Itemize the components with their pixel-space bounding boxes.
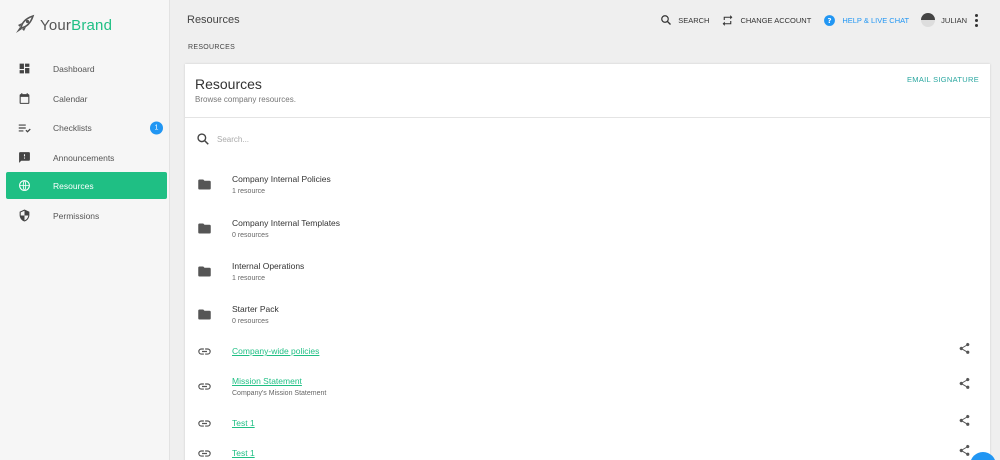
help-icon: ? bbox=[824, 14, 836, 26]
link-icon bbox=[196, 415, 212, 431]
folder-row[interactable]: Starter Pack 0 resources bbox=[185, 299, 990, 329]
folder-row[interactable]: Company Internal Policies 1 resource bbox=[185, 169, 990, 199]
folder-name: Internal Operations bbox=[232, 260, 305, 271]
folder-count: 0 resources bbox=[232, 231, 269, 239]
folder-name: Company Internal Policies bbox=[232, 173, 331, 184]
search-label: SEARCH bbox=[678, 15, 710, 25]
folder-icon bbox=[196, 263, 212, 279]
link-text: Test 1 bbox=[232, 418, 255, 428]
folder-text: Internal Operations 1 resource bbox=[232, 261, 304, 282]
link-text: Company-wide policies bbox=[232, 346, 319, 356]
announcement-icon bbox=[16, 150, 32, 166]
sidebar-item-dashboard[interactable]: Dashboard bbox=[6, 55, 167, 82]
change-account-button[interactable]: CHANGE ACCOUNT bbox=[721, 14, 811, 27]
folder-icon bbox=[196, 176, 212, 192]
folder-text: Company Internal Templates 0 resources bbox=[232, 218, 340, 239]
sidebar-item-resources[interactable]: Resources bbox=[6, 172, 167, 199]
sidebar-item-label: Checklists bbox=[53, 122, 92, 133]
sidebar: YourBrand Dashboard Calendar Checklists … bbox=[0, 0, 170, 460]
sidebar-item-permissions[interactable]: Permissions bbox=[6, 202, 167, 229]
resource-search bbox=[185, 119, 990, 159]
folder-count: 1 resource bbox=[232, 274, 266, 282]
folder-icon bbox=[196, 220, 212, 236]
sidebar-item-label: Dashboard bbox=[53, 63, 95, 74]
user-menu-button[interactable]: JULIAN bbox=[921, 13, 967, 27]
folder-name: Company Internal Templates bbox=[232, 217, 341, 228]
link-row: Test 1 bbox=[185, 413, 990, 433]
brand-name-part2: Brand bbox=[71, 16, 113, 34]
sidebar-item-label: Announcements bbox=[53, 152, 115, 163]
sidebar-item-calendar[interactable]: Calendar bbox=[6, 85, 167, 112]
link-icon bbox=[196, 445, 212, 460]
resources-card: Resources Browse company resources. EMAI… bbox=[185, 64, 990, 460]
search-button[interactable]: SEARCH bbox=[660, 14, 709, 26]
brand-name-part1: Your bbox=[40, 16, 72, 34]
sidebar-item-label: Resources bbox=[53, 180, 94, 191]
brand-name: YourBrand bbox=[40, 17, 112, 34]
folder-row[interactable]: Internal Operations 1 resource bbox=[185, 256, 990, 286]
search-icon bbox=[197, 133, 209, 145]
share-icon[interactable] bbox=[958, 342, 971, 360]
email-signature-button[interactable]: EMAIL SIGNATURE bbox=[907, 75, 979, 84]
help-label: HELP & LIVE CHAT bbox=[842, 15, 910, 25]
share-icon[interactable] bbox=[958, 377, 971, 395]
brand-logo[interactable]: YourBrand bbox=[0, 0, 169, 50]
help-live-chat-button[interactable]: ? HELP & LIVE CHAT bbox=[823, 14, 909, 27]
card-header: Resources Browse company resources. EMAI… bbox=[185, 64, 990, 118]
svg-text:?: ? bbox=[828, 16, 832, 25]
avatar bbox=[921, 13, 936, 27]
checklists-count-badge: 1 bbox=[150, 121, 163, 134]
resource-link[interactable]: Test 1 bbox=[232, 448, 255, 458]
folder-text: Company Internal Policies 1 resource bbox=[232, 174, 331, 195]
search-icon bbox=[661, 15, 672, 25]
folder-row[interactable]: Company Internal Templates 0 resources bbox=[185, 213, 990, 243]
dashboard-icon bbox=[16, 61, 32, 77]
sidebar-item-checklists[interactable]: Checklists 1 bbox=[6, 114, 167, 141]
link-text: Mission Statement Company's Mission Stat… bbox=[232, 376, 326, 397]
swap-icon bbox=[723, 14, 733, 26]
sidebar-item-label: Calendar bbox=[53, 93, 88, 104]
breadcrumb: RESOURCES bbox=[188, 44, 236, 51]
resource-link[interactable]: Test 1 bbox=[232, 418, 255, 428]
sidebar-item-label: Permissions bbox=[53, 210, 100, 221]
link-icon bbox=[196, 343, 212, 359]
shield-icon bbox=[16, 208, 32, 224]
sidebar-item-announcements[interactable]: Announcements bbox=[6, 144, 167, 171]
checklist-icon bbox=[16, 120, 32, 136]
folder-count: 1 resource bbox=[232, 187, 266, 195]
page-title: Resources bbox=[187, 14, 240, 26]
calendar-icon bbox=[16, 91, 32, 107]
share-icon[interactable] bbox=[958, 444, 971, 460]
user-name: JULIAN bbox=[941, 15, 967, 25]
folder-name: Starter Pack bbox=[232, 303, 279, 314]
link-row: Mission Statement Company's Mission Stat… bbox=[185, 373, 990, 399]
resource-link[interactable]: Company-wide policies bbox=[232, 346, 319, 356]
card-title: Resources bbox=[195, 76, 262, 92]
link-description: Company's Mission Statement bbox=[232, 389, 327, 397]
link-row: Company-wide policies bbox=[185, 341, 990, 361]
share-icon[interactable] bbox=[958, 414, 971, 432]
link-row: Test 1 bbox=[185, 443, 990, 460]
search-input[interactable] bbox=[217, 134, 517, 144]
link-text: Test 1 bbox=[232, 448, 255, 458]
top-bar: Resources SEARCH CHANGE ACCOUNT ? HELP &… bbox=[170, 0, 1000, 40]
globe-icon bbox=[16, 178, 32, 194]
folder-text: Starter Pack 0 resources bbox=[232, 304, 279, 325]
more-menu-icon[interactable] bbox=[975, 13, 978, 27]
folder-count: 0 resources bbox=[232, 317, 269, 325]
top-actions: SEARCH CHANGE ACCOUNT ? HELP & LIVE CHAT… bbox=[648, 0, 978, 40]
resource-link[interactable]: Mission Statement bbox=[232, 376, 326, 386]
folder-icon bbox=[196, 306, 212, 322]
rocket-logo-icon bbox=[16, 14, 35, 33]
card-subtitle: Browse company resources. bbox=[195, 95, 296, 104]
link-icon bbox=[196, 378, 212, 394]
change-account-label: CHANGE ACCOUNT bbox=[740, 15, 812, 25]
